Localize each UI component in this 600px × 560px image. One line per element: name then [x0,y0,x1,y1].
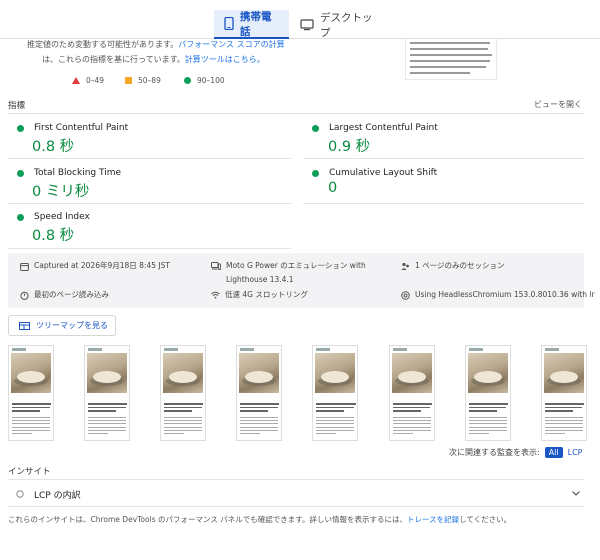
pass-circle-icon [312,169,319,177]
metric-si: Speed Index [17,212,90,222]
insights-footer-note: これらのインサイトは、Chrome DevTools のパフォーマンス パネルで… [8,514,511,525]
tab-mobile-label: 携帯電話 [240,10,272,38]
info-captured-text: Captured at 2026年9月18日 8:45 JST [34,261,170,270]
lcp-breakdown-label: LCP の内訳 [34,490,81,501]
filter-all-button[interactable]: All [544,447,563,458]
filter-lcp-button[interactable]: LCP [568,448,583,457]
metric-fcp-name: First Contentful Paint [34,123,129,133]
metrics-divider [8,248,291,249]
desktop-monitor-icon [300,18,314,31]
calendar-icon [20,263,29,271]
people-icon [401,262,409,270]
filmstrip-frame [160,345,207,441]
legend-fail: 0–49 [72,76,104,85]
calculator-link[interactable]: 計算ツールはこちら。 [185,55,265,64]
view-toggle-button[interactable]: ビューを開く [534,99,582,110]
insights-title: インサイト [8,467,51,477]
info-session-text: 1 ページのみのセッション [415,261,505,270]
metric-tbt-name: Total Blocking Time [34,168,122,178]
chevron-down-icon[interactable] [572,489,580,499]
metrics-divider [8,158,291,159]
triangle-icon [72,77,80,84]
info-session: 1 ページのみのセッション [401,259,505,273]
info-browser: Using HeadlessChromium 153.0.8010.36 wit… [401,288,595,302]
pass-circle-icon [17,213,24,221]
filmstrip-frame [464,345,511,441]
insights-divider-bottom [8,506,584,507]
metrics-divider-top [8,113,584,114]
record-trace-link[interactable]: トレースを記録 [407,515,459,524]
legend-fail-label: 0–49 [86,76,105,85]
lcp-breakdown-row[interactable]: LCP の内訳 [8,484,584,504]
related-audits-label: 次に関連する監査を表示: [449,448,540,457]
final-screenshot-thumbnail[interactable] [405,39,497,80]
treemap-button-label: ツリーマップを見る [36,321,108,330]
metric-cls: Cumulative Layout Shift [312,168,437,178]
metric-fcp: First Contentful Paint [17,123,128,133]
metrics-divider [303,158,584,159]
circle-icon [184,77,191,84]
info-throttling-text: 低速 4G スロットリング [225,290,308,299]
mobile-phone-icon [224,17,234,30]
info-device-text-1: Moto G Power のエミュレーション with [226,261,366,270]
filmstrip-frame [236,345,283,441]
insights-footer-text: これらのインサイトは、Chrome DevTools のパフォーマンス パネルで… [8,515,407,524]
metric-cls-value: 0 [328,180,338,196]
tab-desktop[interactable]: デスクトップ [290,10,390,39]
pass-circle-icon [17,169,24,177]
score-note: 推定値のため変動する可能性があります。パフォーマンス スコアの計算 は、これらの… [27,37,397,67]
info-page-load-text: 最初のページ読み込み [34,290,109,299]
chrome-icon [401,291,410,300]
info-throttling: 低速 4G スロットリング [211,288,308,302]
score-note-text-1: 推定値のため変動する可能性があります。 [27,40,179,49]
metric-si-value: 0.8 秒 [32,228,75,244]
info-page-load: 最初のページ読み込み [20,288,109,302]
info-device: Moto G Power のエミュレーション with Lighthouse 1… [211,259,366,287]
metric-cls-name: Cumulative Layout Shift [329,168,438,178]
square-icon [125,77,132,84]
related-audits-filter: 次に関連する監査を表示: All LCP [449,447,583,458]
wifi-icon [211,291,220,299]
legend-pass-label: 90–100 [197,76,225,85]
devices-icon [211,262,221,270]
info-browser-text: Using HeadlessChromium 153.0.8010.36 wit… [415,290,595,299]
pass-circle-icon [312,124,319,132]
score-note-text-2: は、これらの指標を基に行っています。 [42,55,185,64]
legend-average: 50–89 [125,76,161,85]
legend-pass: 90–100 [184,76,225,85]
filmstrip-frame [388,345,435,441]
metrics-divider [303,203,584,204]
timer-icon [20,291,29,300]
circle-outline-icon [16,490,24,498]
metrics-title: 指標 [8,101,26,111]
pass-circle-icon [17,124,24,132]
score-calculation-link[interactable]: パフォーマンス スコアの計算 [178,40,284,49]
metric-tbt: Total Blocking Time [17,168,121,178]
metrics-divider [8,203,291,204]
legend-average-label: 50–89 [138,76,161,85]
info-captured: Captured at 2026年9月18日 8:45 JST [20,259,170,273]
filmstrip-frame [540,345,587,441]
insights-footer-text-end: してください。 [459,515,512,524]
filmstrip-frame [312,345,359,441]
metric-fcp-value: 0.8 秒 [32,139,75,155]
insights-divider-top [8,479,584,480]
tab-mobile[interactable]: 携帯電話 [214,10,289,39]
metric-si-name: Speed Index [34,212,90,222]
metric-lcp: Largest Contentful Paint [312,123,438,133]
treemap-icon [19,321,30,330]
metric-lcp-value: 0.9 秒 [328,139,371,155]
filmstrip-frame [84,345,131,441]
metric-lcp-name: Largest Contentful Paint [329,123,438,133]
filmstrip-frame [8,345,54,441]
tab-desktop-label: デスクトップ [320,11,373,39]
treemap-button[interactable]: ツリーマップを見る [8,315,116,336]
info-device-text-2: Lighthouse 13.4.1 [226,275,294,284]
metric-tbt-value: 0 ミリ秒 [32,184,90,200]
